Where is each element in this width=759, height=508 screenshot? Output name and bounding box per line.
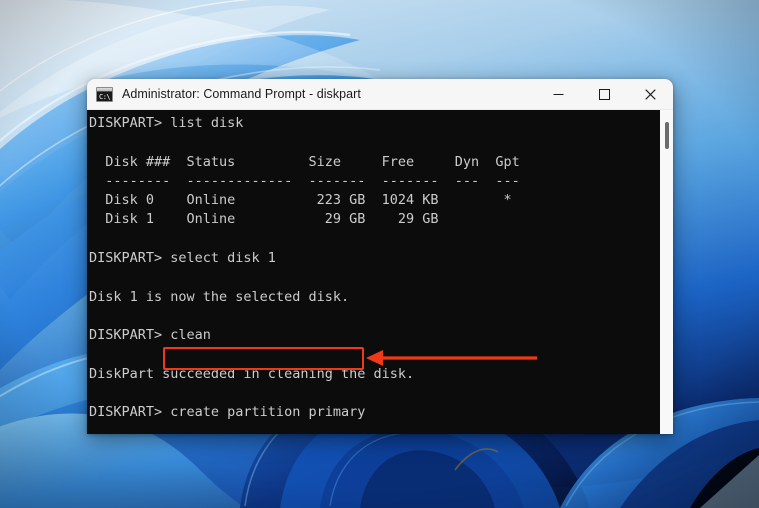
console-line: Disk 0 Online 223 GB 1024 KB * (89, 192, 512, 209)
titlebar-left-group: C:\ Administrator: Command Prompt - disk… (87, 79, 535, 109)
command-prompt-icon: C:\ (96, 86, 113, 102)
desktop: C:\ Administrator: Command Prompt - disk… (0, 0, 759, 508)
console-line: DISKPART> clean (89, 327, 211, 344)
console-line: Disk 1 is now the selected disk. (89, 288, 350, 305)
close-button[interactable] (627, 79, 673, 110)
icon-prompt-text: C:\ (99, 92, 111, 101)
minimize-button[interactable] (535, 79, 581, 110)
icon-title-bar (97, 87, 112, 92)
window-title: Administrator: Command Prompt - diskpart (122, 87, 361, 101)
console-output[interactable]: DISKPART> list disk Disk ### Status Size… (87, 110, 659, 434)
minimize-icon (553, 94, 563, 95)
console-line: DISKPART> select disk 1 (89, 250, 276, 267)
console-line: DiskPart succeeded in cleaning the disk. (89, 365, 415, 382)
console-line: Disk ### Status Size Free Dyn Gpt (89, 153, 520, 170)
console-line: -------- ------------- ------- ------- -… (89, 172, 520, 189)
close-icon (644, 89, 656, 100)
window-controls (535, 79, 673, 109)
scrollbar-thumb[interactable] (665, 122, 669, 149)
console-line: DISKPART> create partition primary (89, 404, 366, 421)
maximize-button[interactable] (581, 79, 627, 110)
command-prompt-window[interactable]: C:\ Administrator: Command Prompt - disk… (87, 79, 673, 434)
window-titlebar[interactable]: C:\ Administrator: Command Prompt - disk… (87, 79, 673, 110)
console-line: DISKPART> list disk (89, 115, 244, 131)
maximize-icon (598, 89, 610, 100)
console-line: Disk 1 Online 29 GB 29 GB (89, 211, 439, 228)
console-scrollbar[interactable] (659, 110, 673, 434)
console-area[interactable]: DISKPART> list disk Disk ### Status Size… (87, 110, 673, 434)
